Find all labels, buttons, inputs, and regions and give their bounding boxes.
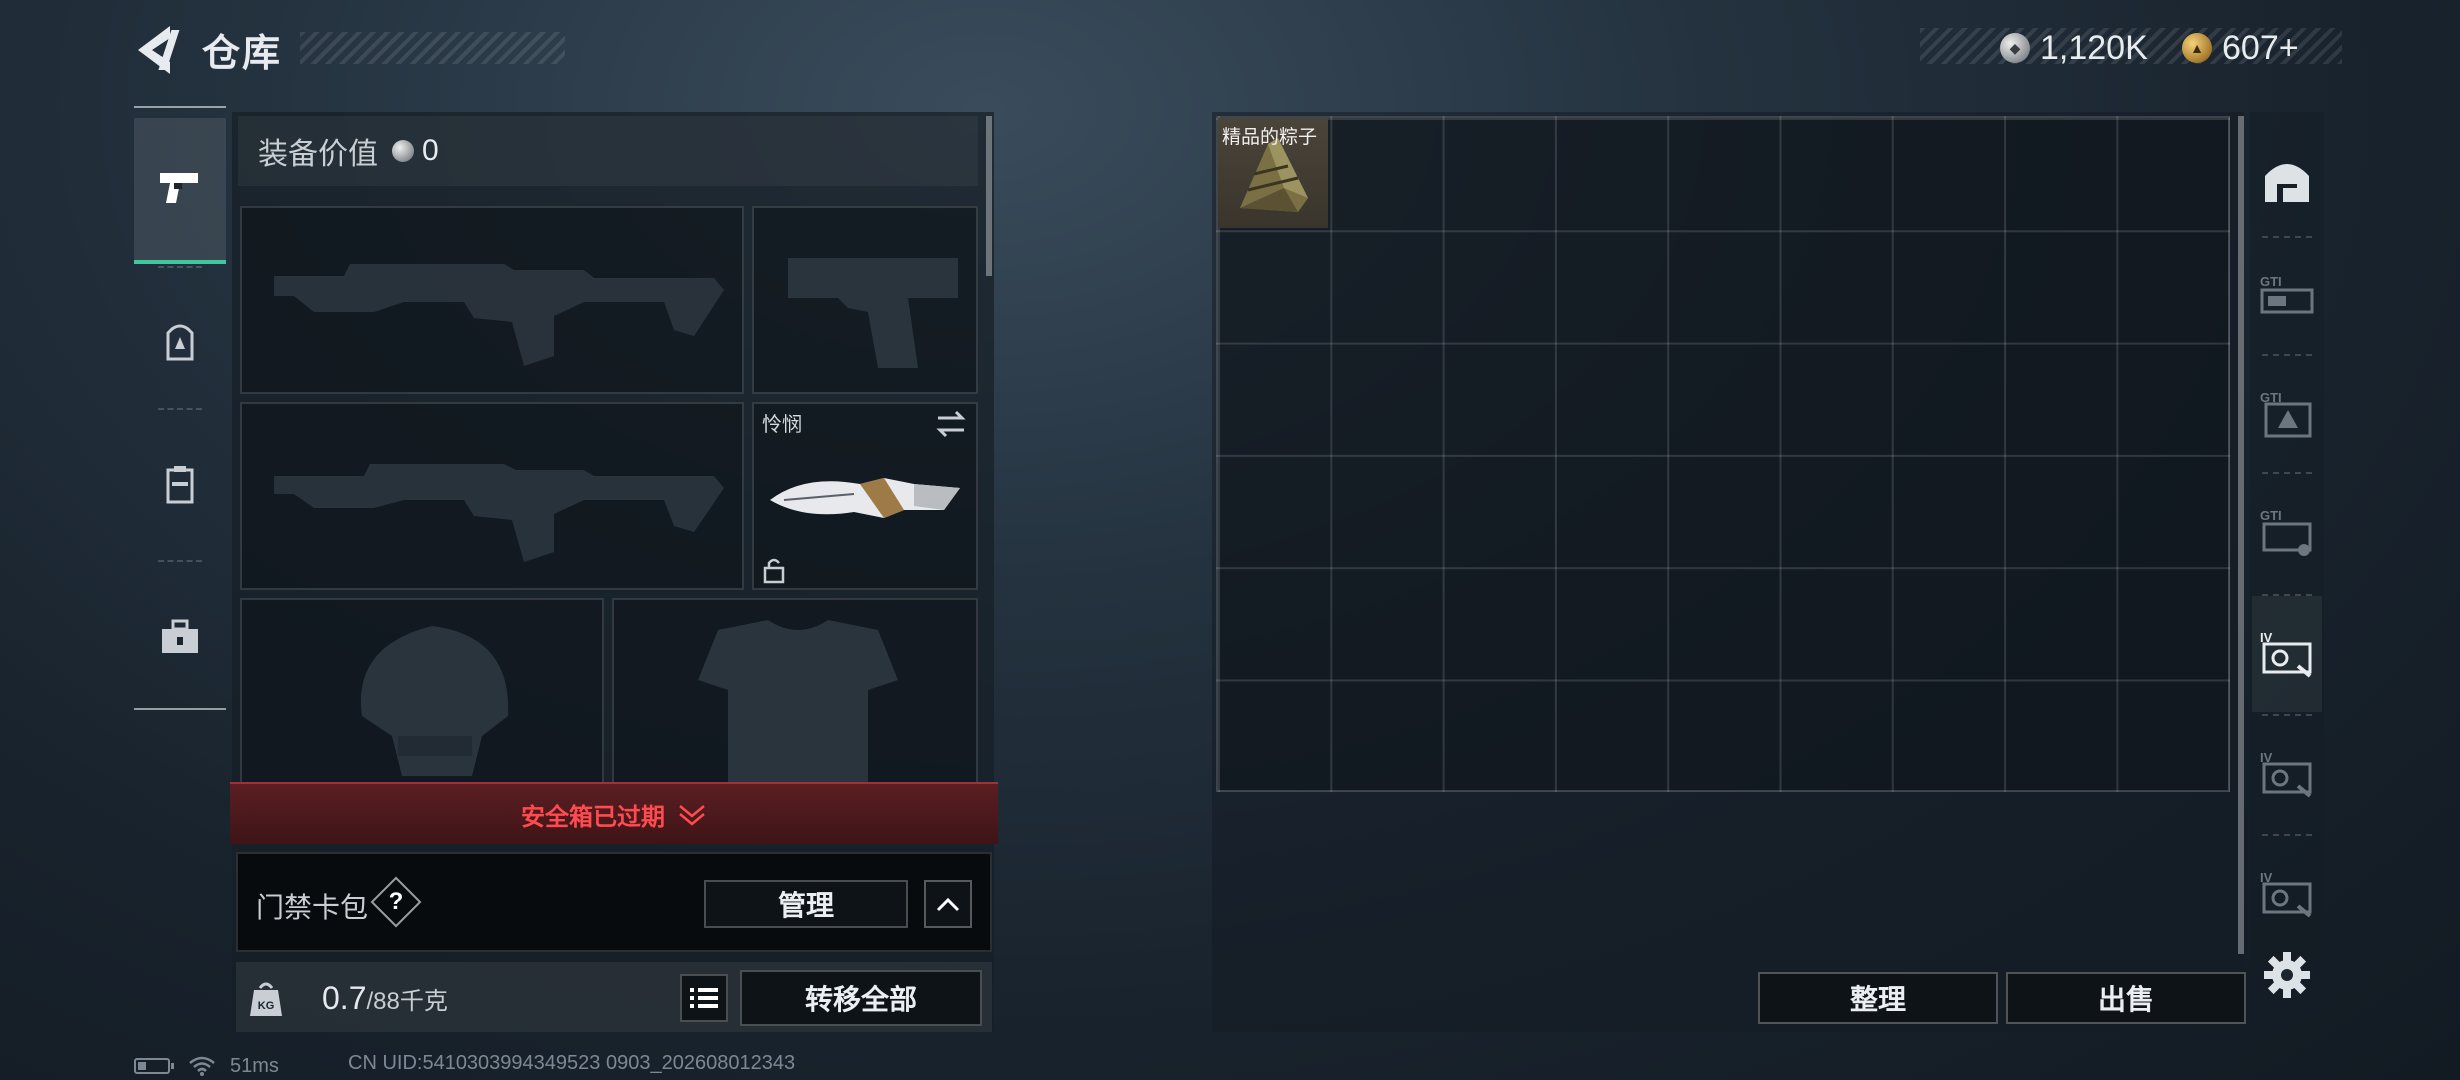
gear-icon: [2264, 952, 2310, 998]
battery-icon: [134, 1058, 174, 1074]
gold-amount: 607+: [2222, 28, 2299, 67]
weight-max: /88千克: [366, 988, 448, 1015]
rifle-silhouette-icon: [274, 264, 724, 366]
helmet-silhouette-icon: [360, 626, 509, 776]
silver-coin-icon: [392, 140, 414, 162]
svg-text:GTI: GTI: [2260, 274, 2282, 289]
settings-button[interactable]: [2262, 950, 2312, 1000]
armor-silhouette-icon: [698, 620, 898, 786]
vest-icon: [166, 466, 194, 504]
primary-weapon-slot[interactable]: [240, 206, 744, 394]
storage-tab-2[interactable]: GTI: [2252, 356, 2322, 472]
equipment-value-label: 装备价值: [258, 138, 378, 171]
user-uid: CN UID:5410303994349523 0903_20260801234…: [348, 1052, 796, 1074]
storage-tier-2-icon: GTI: [2260, 390, 2312, 438]
safe-box-status: 安全箱已过期: [521, 803, 665, 831]
list-view-button[interactable]: [680, 974, 728, 1022]
storage-tab-3[interactable]: GTI: [2252, 474, 2322, 590]
melee-name: 怜悯: [762, 414, 802, 436]
secondary-weapon-slot[interactable]: [240, 402, 744, 590]
gold-currency[interactable]: ▲ 607+: [2182, 28, 2299, 68]
armor-slot[interactable]: [612, 598, 978, 788]
category-tabs: [134, 106, 226, 712]
equipment-value-bar: 装备价值 0: [238, 116, 978, 186]
tab-toolbox[interactable]: [134, 562, 226, 712]
back-button[interactable]: [130, 22, 190, 78]
transfer-all-button[interactable]: 转移全部: [740, 970, 982, 1026]
weight-icon: KG: [248, 978, 284, 1018]
storage-scrollbar[interactable]: [2238, 116, 2244, 954]
storage-tier-6-icon: IV: [2260, 870, 2312, 918]
chevron-down-icon: [679, 805, 705, 826]
keycard-label: 门禁卡包: [256, 892, 369, 923]
storage-tab-1[interactable]: GTI: [2252, 238, 2322, 354]
chevron-up-icon: [936, 897, 960, 912]
title-decoration: [300, 32, 565, 64]
tab-weapons[interactable]: [134, 118, 226, 264]
storage-item-label: 精品的粽子: [1222, 127, 1318, 148]
safe-box-expired-bar[interactable]: 安全箱已过期: [230, 782, 998, 844]
storage-tab-4-active[interactable]: IV: [2252, 596, 2322, 712]
silver-currency[interactable]: ◆ 1,120K: [2000, 28, 2148, 68]
equipment-scrollbar[interactable]: [986, 116, 992, 276]
helmet-slot[interactable]: [240, 598, 604, 788]
svg-text:GTI: GTI: [2260, 508, 2282, 523]
storage-tier-5-icon: IV: [2260, 750, 2312, 798]
ping-value: 51ms: [230, 1054, 279, 1077]
backpack-icon: [166, 324, 194, 361]
knife-icon: [770, 478, 960, 518]
pistol-icon: [160, 173, 198, 203]
sort-button[interactable]: 整理: [1758, 972, 1998, 1024]
back-arrow-icon: [138, 26, 180, 74]
tab-vest[interactable]: [134, 410, 226, 560]
weight-value: 0.7/88千克: [322, 980, 448, 1017]
storage-tab-5[interactable]: IV: [2252, 716, 2322, 832]
swap-icon[interactable]: [934, 410, 968, 438]
tabs-bottom-divider: [134, 708, 226, 710]
rifle-silhouette-icon: [274, 464, 724, 562]
page-title: 仓库: [202, 33, 283, 75]
storage-tab-6[interactable]: IV: [2252, 836, 2322, 952]
help-icon[interactable]: ?: [378, 884, 414, 920]
tab-backpack[interactable]: [134, 268, 226, 418]
sell-button[interactable]: 出售: [2006, 972, 2246, 1024]
pistol-silhouette-icon: [788, 258, 958, 368]
silver-coin-icon: ◆: [2000, 33, 2030, 63]
collapse-button[interactable]: [924, 880, 972, 928]
silver-amount: 1,120K: [2040, 28, 2148, 67]
wifi-icon: [189, 1056, 215, 1076]
weight-current: 0.7: [322, 980, 367, 1016]
storage-tier-4-active-icon: IV: [2260, 630, 2312, 678]
storage-tier-3-icon: GTI: [2260, 508, 2312, 556]
lock-icon: [763, 558, 785, 584]
storage-tier-1-icon: GTI: [2260, 274, 2314, 314]
storage-home-icon: [2265, 164, 2309, 202]
status-bar: 51ms: [134, 1052, 279, 1080]
storage-grid[interactable]: [1216, 116, 2230, 792]
svg-text:KG: KG: [258, 1000, 275, 1012]
manage-button[interactable]: 管理: [704, 880, 908, 928]
gold-coin-icon: ▲: [2182, 33, 2212, 63]
melee-slot[interactable]: 怜悯: [752, 402, 978, 590]
storage-tab-home[interactable]: [2252, 122, 2322, 238]
sidearm-slot[interactable]: [752, 206, 978, 394]
toolbox-icon: [162, 619, 198, 653]
equipment-value: 0: [422, 134, 439, 167]
list-icon: [690, 988, 718, 1008]
